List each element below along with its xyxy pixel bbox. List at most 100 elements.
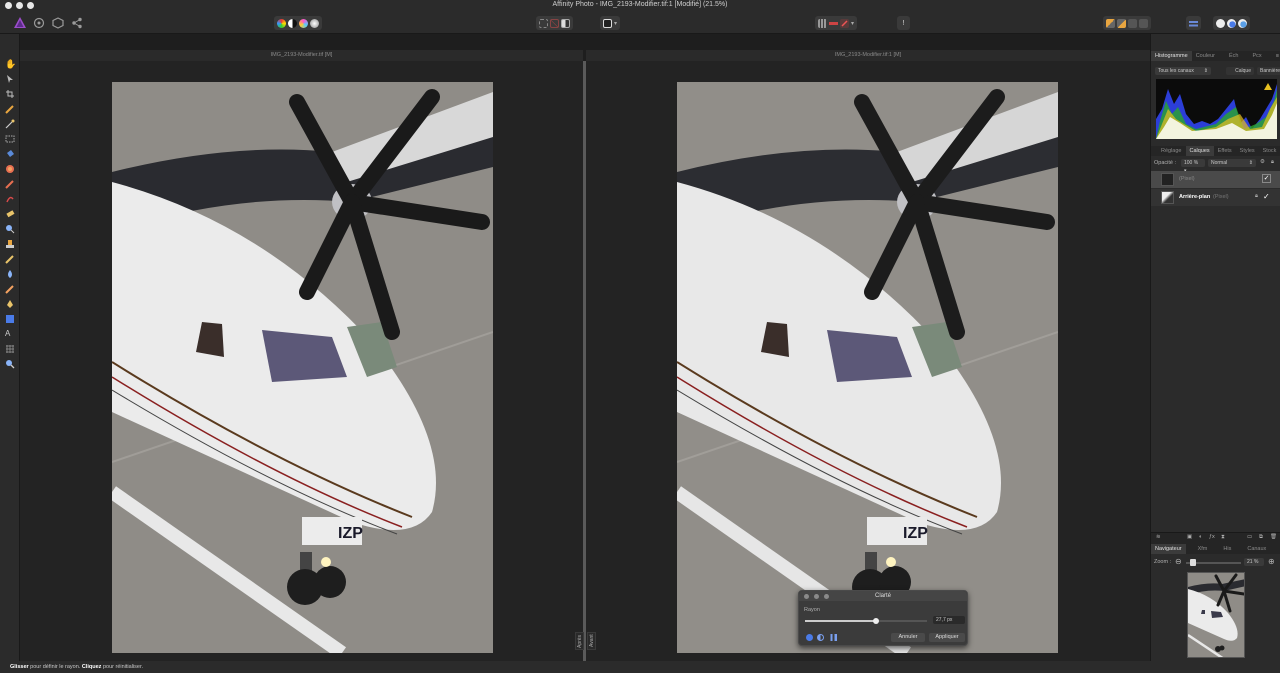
erase-tool-icon[interactable] xyxy=(5,209,15,219)
tab-color[interactable]: Couleur xyxy=(1192,51,1219,61)
layers-panel-icon[interactable] xyxy=(1227,18,1236,28)
zoom-slider-handle[interactable] xyxy=(1190,559,1196,566)
smudge-tool-icon[interactable] xyxy=(5,284,15,294)
chevron-down-icon[interactable]: ▾ xyxy=(851,20,854,27)
liquify-persona-icon[interactable] xyxy=(31,16,47,30)
zoom-tool-icon[interactable] xyxy=(5,359,15,369)
arrange-back-icon[interactable] xyxy=(1106,18,1115,28)
tab-brushes[interactable]: Pcx xyxy=(1248,51,1265,61)
lock-icon[interactable]: 🔒︎ xyxy=(1271,159,1274,166)
radius-slider-handle[interactable] xyxy=(872,618,879,624)
arrange-bottom-icon[interactable] xyxy=(1139,18,1148,28)
tab-swatches[interactable]: Éch xyxy=(1225,51,1242,61)
dodge-tool-icon[interactable] xyxy=(5,224,15,234)
zoom-dialog-button[interactable] xyxy=(824,594,829,599)
tab-styles[interactable]: Styles xyxy=(1236,146,1259,156)
navigator-panel-icon[interactable] xyxy=(1238,18,1247,28)
text-tool-icon[interactable]: A xyxy=(5,329,15,339)
radius-field[interactable]: 27,7 px xyxy=(933,616,965,624)
develop-persona-icon[interactable] xyxy=(50,16,66,30)
visibility-checkbox[interactable]: ✓ xyxy=(1262,174,1271,183)
fill-tool-icon[interactable] xyxy=(5,149,15,159)
auto-contrast-icon[interactable] xyxy=(288,18,297,28)
opacity-field[interactable]: 100 % ▾ xyxy=(1181,159,1205,174)
flood-select-icon[interactable] xyxy=(5,119,15,129)
quick-mask-icon[interactable] xyxy=(603,18,612,28)
layer-mode-button[interactable]: Calque xyxy=(1226,67,1254,75)
blur-tool-icon[interactable] xyxy=(5,269,15,279)
mirror-preview-icon[interactable] xyxy=(828,634,837,641)
layer-row[interactable]: (Pixel) ✓ xyxy=(1151,171,1280,188)
auto-levels-icon[interactable] xyxy=(277,18,286,28)
gear-icon[interactable]: ⚙ xyxy=(1260,159,1265,165)
snapping-icon[interactable] xyxy=(840,18,849,28)
navigator-preview[interactable] xyxy=(1187,572,1245,658)
tab-navigator[interactable]: Navigateur xyxy=(1151,544,1186,554)
split-view-icon[interactable] xyxy=(829,18,838,28)
apply-button[interactable]: Appliquer xyxy=(929,633,965,642)
pen-tool-icon[interactable] xyxy=(5,299,15,309)
doc-tab-left[interactable]: IMG_2193-Modifier.tif [M] xyxy=(20,50,583,61)
tab-stock[interactable]: Stock xyxy=(1259,146,1280,156)
crop-tool-icon[interactable] xyxy=(5,89,15,99)
channel-select[interactable]: Tous les canaux ⇕ xyxy=(1155,67,1211,75)
chevron-down-icon[interactable]: ▾ xyxy=(614,20,617,27)
clone-tool-icon[interactable] xyxy=(5,239,15,249)
live-filter-icon[interactable]: ⧗ xyxy=(1221,534,1225,541)
zoom-slider[interactable] xyxy=(1186,559,1241,566)
tab-histogram[interactable]: Histogramme xyxy=(1151,51,1192,61)
preview-toggle-icon[interactable] xyxy=(806,634,813,641)
invert-selection-icon[interactable] xyxy=(561,18,570,28)
info-icon[interactable]: ǃ xyxy=(900,19,907,28)
visibility-checkbox[interactable]: ✓ xyxy=(1263,192,1270,201)
split-preview-icon[interactable] xyxy=(817,634,824,641)
mask-icon[interactable]: ▣ xyxy=(1187,534,1192,540)
paint-brush-tool-icon[interactable] xyxy=(5,179,15,189)
close-dialog-button[interactable] xyxy=(804,594,809,599)
trash-icon[interactable]: 🗑︎ xyxy=(1270,534,1277,540)
banner-mode-button[interactable]: Bannière xyxy=(1257,67,1280,75)
zoom-in-icon[interactable]: ⊕ xyxy=(1268,557,1275,566)
cancel-button[interactable]: Annuler xyxy=(891,633,925,642)
grid-icon[interactable] xyxy=(818,18,827,28)
blend-mode-select[interactable]: Normal ⇕ xyxy=(1208,159,1256,167)
auto-colors-icon[interactable] xyxy=(299,18,308,28)
auto-white-balance-icon[interactable] xyxy=(310,18,319,28)
layer-row[interactable]: Arrière-plan (Pixel) 🔒︎ ✓ xyxy=(1151,189,1280,206)
color-replacement-icon[interactable] xyxy=(5,194,15,204)
tab-channels[interactable]: Canaux xyxy=(1243,544,1270,554)
deselect-icon[interactable] xyxy=(550,18,559,28)
arrange-forward-icon[interactable] xyxy=(1117,18,1126,28)
fx-icon[interactable]: ƒx xyxy=(1209,534,1215,540)
tab-transform[interactable]: Xfm xyxy=(1194,544,1212,554)
minimize-dialog-button[interactable] xyxy=(814,594,819,599)
gradient-tool-icon[interactable] xyxy=(5,164,15,174)
zoom-field[interactable]: 21 % xyxy=(1244,558,1264,566)
layer-stack-icon[interactable]: ≋ xyxy=(1156,534,1161,540)
doc-tab-right[interactable]: IMG_2193-Modifier.tif:1 [M] xyxy=(586,50,1150,61)
move-tool-icon[interactable] xyxy=(5,74,15,84)
panel-menu-icon[interactable]: ≡ xyxy=(1276,53,1280,59)
marquee-tool-icon[interactable] xyxy=(5,134,15,144)
mesh-warp-icon[interactable] xyxy=(5,344,15,354)
tab-history[interactable]: His xyxy=(1219,544,1235,554)
color-panel-icon[interactable] xyxy=(1216,18,1225,28)
tab-layers[interactable]: Calques xyxy=(1185,146,1214,156)
adjustment-icon[interactable]: ◐ xyxy=(1199,534,1202,540)
arrange-front-icon[interactable] xyxy=(1128,18,1137,28)
radius-slider[interactable] xyxy=(805,618,927,624)
group-icon[interactable]: ▭ xyxy=(1247,534,1252,540)
marquee-select-icon[interactable] xyxy=(539,18,548,28)
zoom-out-icon[interactable]: ⊖ xyxy=(1175,557,1182,566)
photo-persona-icon[interactable] xyxy=(12,16,28,30)
hand-tool-icon[interactable]: ✋ xyxy=(5,59,16,69)
tab-adjustment[interactable]: Réglage xyxy=(1157,146,1186,156)
export-persona-icon[interactable] xyxy=(69,16,85,30)
add-layer-icon[interactable]: ⧉ xyxy=(1259,534,1263,541)
healing-brush-icon[interactable] xyxy=(5,254,15,264)
align-icon[interactable] xyxy=(1189,18,1198,28)
lock-icon[interactable]: 🔒︎ xyxy=(1255,193,1258,200)
split-divider[interactable] xyxy=(583,61,586,661)
tab-effects[interactable]: Effets xyxy=(1214,146,1236,156)
rectangle-tool-icon[interactable] xyxy=(5,314,15,324)
